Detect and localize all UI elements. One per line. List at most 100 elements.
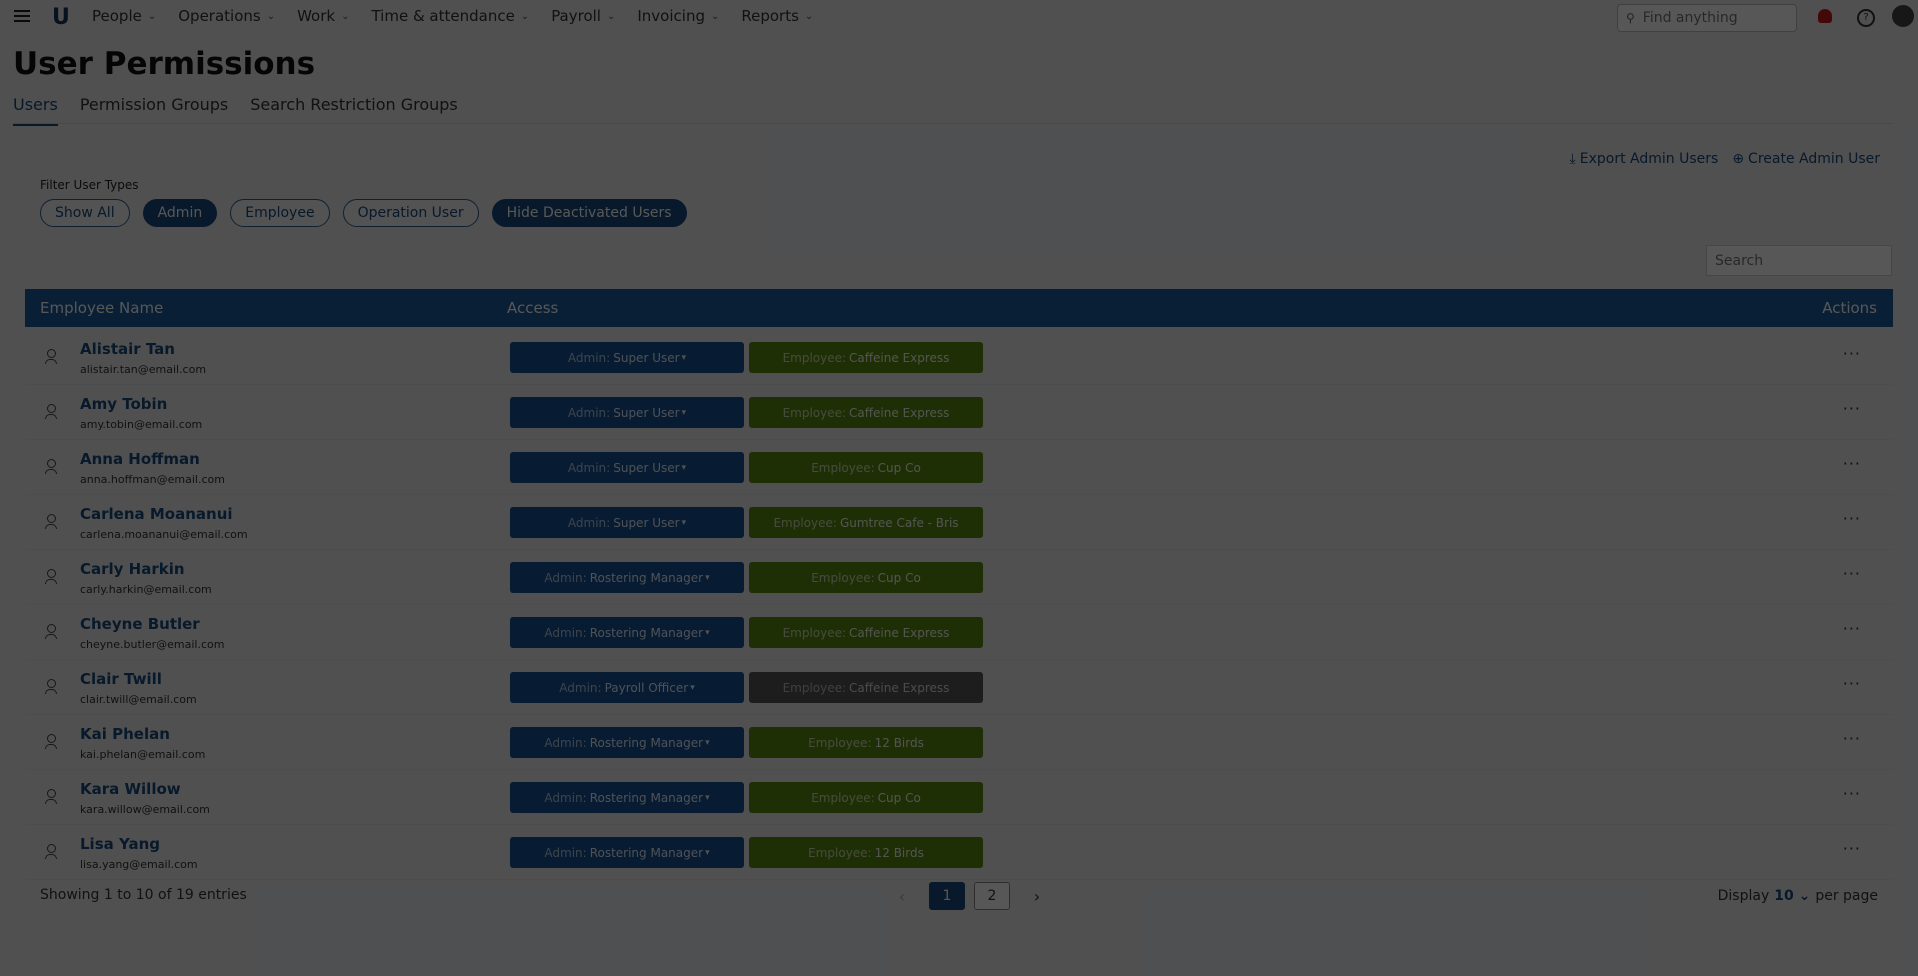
filter-employee[interactable]: Employee <box>230 199 330 227</box>
employee-access-badge[interactable]: Employee: Caffeine Express <box>749 397 983 428</box>
admin-access-dropdown[interactable]: Admin: Payroll Officer ▾ <box>510 672 744 703</box>
more-icon[interactable]: ··· <box>1843 839 1861 858</box>
employee-email: clair.twill@email.com <box>80 693 197 706</box>
admin-access-dropdown[interactable]: Admin: Rostering Manager ▾ <box>510 617 744 648</box>
more-icon[interactable]: ··· <box>1843 509 1861 528</box>
bell-icon[interactable] <box>1818 9 1832 23</box>
employee-access-badge[interactable]: Employee: 12 Birds <box>749 837 983 868</box>
tab-users[interactable]: Users <box>13 95 58 126</box>
more-icon[interactable]: ··· <box>1843 619 1861 638</box>
user-icon <box>45 349 57 364</box>
admin-access-dropdown[interactable]: Admin: Super User ▾ <box>510 397 744 428</box>
employee-name-link[interactable]: Kara Willow <box>80 780 181 798</box>
per-page-control: Display 10 ⌄ per page <box>1717 888 1878 904</box>
more-icon[interactable]: ··· <box>1843 674 1861 693</box>
employee-access-badge[interactable]: Employee: Caffeine Express <box>749 617 983 648</box>
employee-name-link[interactable]: Amy Tobin <box>80 395 167 413</box>
employee-name-link[interactable]: Kai Phelan <box>80 725 170 743</box>
download-icon: ⤓ <box>1569 151 1576 167</box>
employee-access-badge[interactable]: Employee: 12 Birds <box>749 727 983 758</box>
chevron-right-icon[interactable]: › <box>1019 882 1055 910</box>
user-icon <box>45 679 57 694</box>
employee-access-badge[interactable]: Employee: Caffeine Express <box>749 672 983 703</box>
more-icon[interactable]: ··· <box>1843 454 1861 473</box>
filter-admin[interactable]: Admin <box>142 199 218 227</box>
logo-icon[interactable]: U <box>52 5 70 30</box>
chevron-down-icon: ▾ <box>681 517 687 528</box>
employee-access-badge[interactable]: Employee: Gumtree Cafe - Bris <box>749 507 983 538</box>
chevron-down-icon: ▾ <box>681 352 687 363</box>
table-row: Cheyne Butler cheyne.butler@email.com Admi… <box>25 605 1893 660</box>
more-icon[interactable]: ··· <box>1843 344 1861 363</box>
filter-operation-user[interactable]: Operation User <box>342 199 479 227</box>
user-icon <box>45 844 57 859</box>
nav-item-people[interactable]: People ⌄ <box>92 7 156 25</box>
employee-email: kara.willow@email.com <box>80 803 210 816</box>
more-icon[interactable]: ··· <box>1843 784 1861 803</box>
employee-access-badge[interactable]: Employee: Cup Co <box>749 782 983 813</box>
page-2-button[interactable]: 2 <box>974 882 1010 910</box>
table-row: Anna Hoffman anna.hoffman@email.com Admin:… <box>25 440 1893 495</box>
avatar[interactable] <box>1892 5 1914 27</box>
admin-access-dropdown[interactable]: Admin: Super User ▾ <box>510 452 744 483</box>
employee-email: carlena.moananui@email.com <box>80 528 248 541</box>
employee-access-badge[interactable]: Employee: Cup Co <box>749 562 983 593</box>
global-search[interactable]: ⚲ <box>1617 4 1797 32</box>
chevron-down-icon: ⌄ <box>1798 888 1811 904</box>
tab-search-restriction-groups[interactable]: Search Restriction Groups <box>250 95 458 126</box>
table-row: Lisa Yang lisa.yang@email.com Admin: Roster… <box>25 825 1893 880</box>
chevron-down-icon: ⌄ <box>804 10 814 22</box>
more-icon[interactable]: ··· <box>1843 564 1861 583</box>
export-admin-users-button[interactable]: ⤓ Export Admin Users <box>1570 151 1719 167</box>
employee-access-badge[interactable]: Employee: Cup Co <box>749 452 983 483</box>
chevron-down-icon: ▾ <box>705 737 710 748</box>
more-icon[interactable]: ··· <box>1843 399 1861 418</box>
more-icon[interactable]: ··· <box>1843 729 1861 748</box>
table-row: Carly Harkin carly.harkin@email.com Admin:… <box>25 550 1893 605</box>
search-icon: ⚲ <box>1626 11 1635 25</box>
chevron-left-icon[interactable]: ‹ <box>884 882 920 910</box>
admin-access-dropdown[interactable]: Admin: Super User ▾ <box>510 342 744 373</box>
nav-item-invoicing[interactable]: Invoicing ⌄ <box>637 7 719 25</box>
page-actions: ⤓ Export Admin Users ⊕ Create Admin User <box>1570 151 1880 167</box>
admin-access-dropdown[interactable]: Admin: Rostering Manager ▾ <box>510 782 744 813</box>
admin-access-dropdown[interactable]: Admin: Rostering Manager ▾ <box>510 727 744 758</box>
employee-name-link[interactable]: Carlena Moananui <box>80 505 233 523</box>
employee-name-link[interactable]: Cheyne Butler <box>80 615 200 633</box>
employee-email: carly.harkin@email.com <box>80 583 212 596</box>
filter-show-all[interactable]: Show All <box>40 199 130 227</box>
nav-item-payroll[interactable]: Payroll ⌄ <box>551 7 615 25</box>
tab-permission-groups[interactable]: Permission Groups <box>80 95 228 126</box>
table-body: Alistair Tan alistair.tan@email.com Admin:… <box>25 330 1893 880</box>
table-row: Amy Tobin amy.tobin@email.com Admin: Super … <box>25 385 1893 440</box>
create-admin-user-button[interactable]: ⊕ Create Admin User <box>1732 151 1880 167</box>
admin-access-dropdown[interactable]: Admin: Rostering Manager ▾ <box>510 837 744 868</box>
employee-name-link[interactable]: Alistair Tan <box>80 340 175 358</box>
admin-access-dropdown[interactable]: Admin: Rostering Manager ▾ <box>510 562 744 593</box>
table-row: Carlena Moananui carlena.moananui@email.c… <box>25 495 1893 550</box>
help-icon[interactable]: ? <box>1857 9 1875 27</box>
employee-access-badge[interactable]: Employee: Caffeine Express <box>749 342 983 373</box>
nav-item-reports[interactable]: Reports ⌄ <box>741 7 813 25</box>
page-1-button[interactable]: 1 <box>929 882 965 910</box>
admin-access-dropdown[interactable]: Admin: Super User ▾ <box>510 507 744 538</box>
chevron-down-icon: ▾ <box>705 792 710 803</box>
search-input[interactable] <box>1713 251 1887 270</box>
employee-name-link[interactable]: Lisa Yang <box>80 835 160 853</box>
employee-name-link[interactable]: Anna Hoffman <box>80 450 200 468</box>
global-search-input[interactable] <box>1640 9 1785 27</box>
table-search[interactable] <box>1706 245 1892 276</box>
menu-icon[interactable] <box>14 10 30 25</box>
user-icon <box>45 624 57 639</box>
chevron-down-icon: ▾ <box>681 462 687 473</box>
nav-item-time-attendance[interactable]: Time & attendance ⌄ <box>371 7 529 25</box>
filter-hide-deactivated[interactable]: Hide Deactivated Users <box>491 199 687 227</box>
employee-name-link[interactable]: Carly Harkin <box>80 560 185 578</box>
user-icon <box>45 734 57 749</box>
employee-email: amy.tobin@email.com <box>80 418 203 431</box>
nav-item-work[interactable]: Work ⌄ <box>297 7 349 25</box>
chevron-down-icon: ⌄ <box>147 10 157 22</box>
nav-item-operations[interactable]: Operations ⌄ <box>178 7 275 25</box>
per-page-select[interactable]: 10 ⌄ <box>1774 888 1810 904</box>
employee-name-link[interactable]: Clair Twill <box>80 670 162 688</box>
